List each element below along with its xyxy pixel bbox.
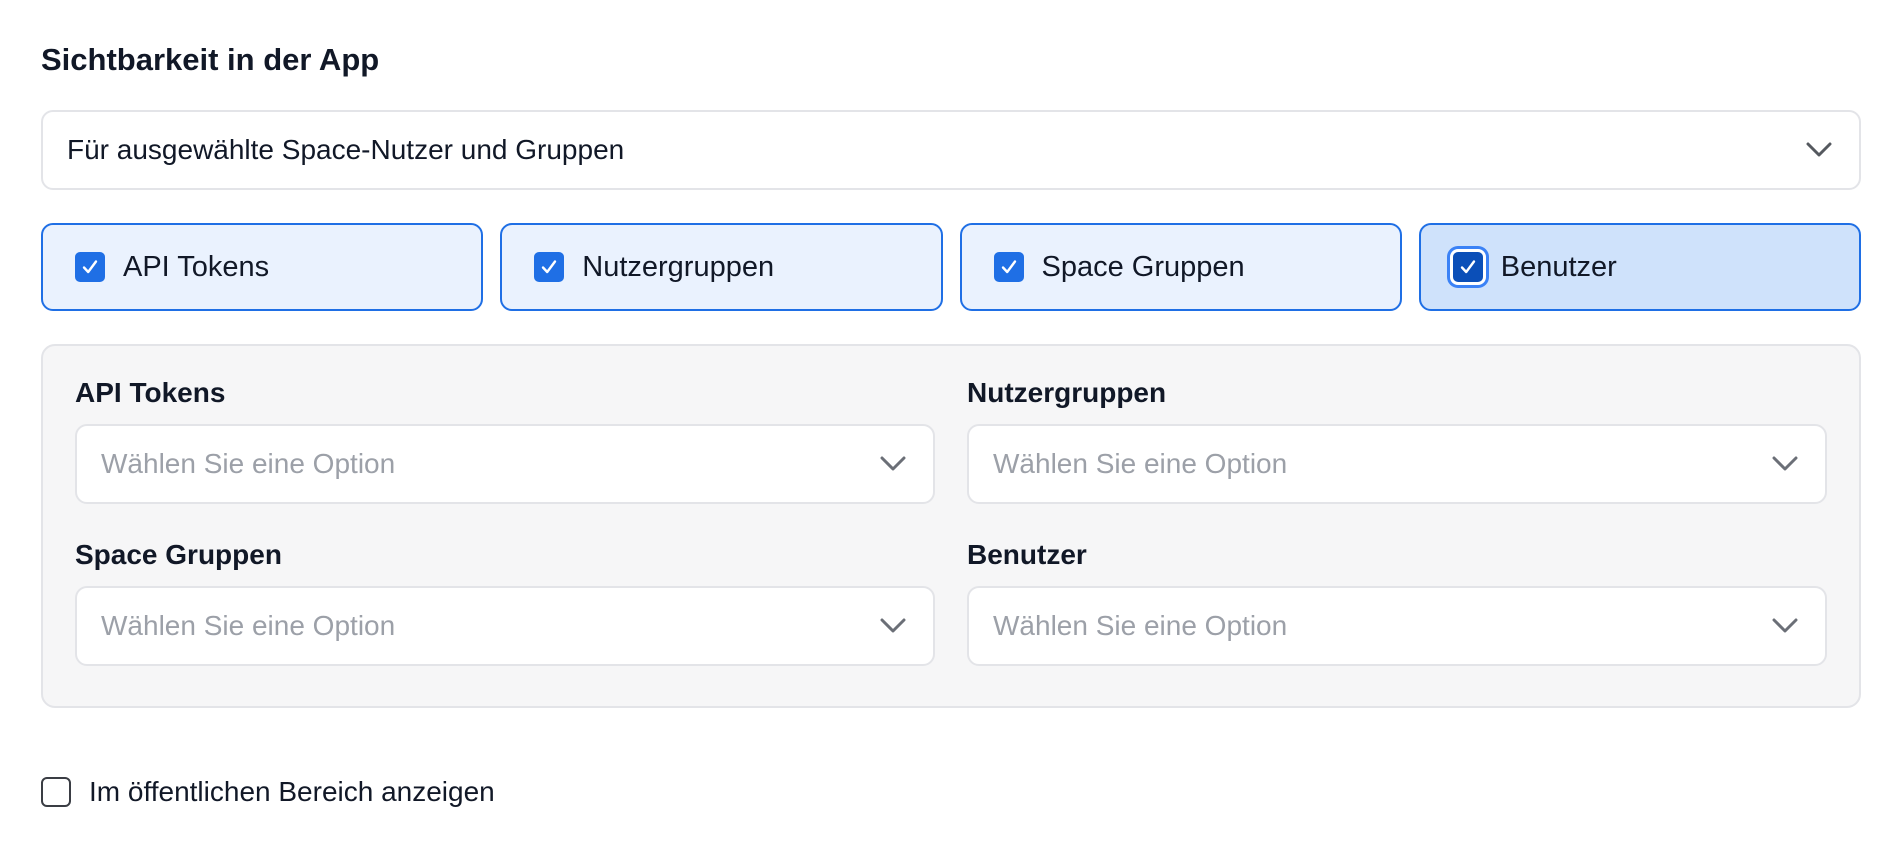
field-space-gruppen: Space Gruppen Wählen Sie eine Option	[75, 538, 935, 666]
public-area-checkbox[interactable]	[41, 777, 71, 807]
toggle-label: Benutzer	[1500, 250, 1617, 283]
toggle-label: Space Gruppen	[1041, 250, 1245, 283]
toggle-benutzer[interactable]: Benutzer	[1418, 223, 1861, 311]
select-placeholder: Wählen Sie eine Option	[993, 448, 1288, 479]
public-area-label: Im öffentlichen Bereich anzeigen	[89, 776, 495, 807]
toggle-nutzergruppen[interactable]: Nutzergruppen	[500, 223, 943, 311]
chevron-down-icon	[1803, 134, 1835, 166]
checkbox-checked-icon[interactable]	[1452, 252, 1483, 282]
field-label: API Tokens	[75, 377, 226, 408]
field-label: Space Gruppen	[75, 539, 282, 570]
visibility-select-value: Für ausgewählte Space-Nutzer und Gruppen	[67, 134, 625, 165]
field-label: Nutzergruppen	[967, 377, 1167, 408]
toggle-label: API Tokens	[123, 250, 270, 283]
field-label: Benutzer	[967, 539, 1087, 570]
select-placeholder: Wählen Sie eine Option	[101, 610, 396, 641]
field-api-tokens: API Tokens Wählen Sie eine Option	[75, 376, 935, 504]
checkbox-checked-icon[interactable]	[75, 252, 105, 282]
selection-panel: API Tokens Wählen Sie eine Option Nutzer…	[41, 344, 1861, 708]
chevron-down-icon	[1769, 610, 1801, 642]
field-benutzer: Benutzer Wählen Sie eine Option	[967, 538, 1827, 666]
field-nutzergruppen: Nutzergruppen Wählen Sie eine Option	[967, 376, 1827, 504]
toggle-api-tokens[interactable]: API Tokens	[41, 223, 484, 311]
nutzergruppen-select[interactable]: Wählen Sie eine Option	[967, 424, 1827, 504]
section-title: Sichtbarkeit in der App	[41, 42, 380, 77]
checkbox-checked-icon[interactable]	[534, 252, 565, 282]
visibility-select[interactable]: Für ausgewählte Space-Nutzer und Gruppen	[41, 110, 1861, 190]
chevron-down-icon	[877, 610, 909, 642]
public-area-option[interactable]: Im öffentlichen Bereich anzeigen	[41, 776, 495, 808]
chevron-down-icon	[1769, 448, 1801, 480]
toggle-label: Nutzergruppen	[582, 250, 775, 283]
select-placeholder: Wählen Sie eine Option	[101, 448, 396, 479]
api-tokens-select[interactable]: Wählen Sie eine Option	[75, 424, 935, 504]
toggle-space-gruppen[interactable]: Space Gruppen	[959, 223, 1402, 311]
benutzer-select[interactable]: Wählen Sie eine Option	[967, 586, 1827, 666]
recipient-type-toggles: API Tokens Nutzergruppen Space Gruppen B…	[41, 223, 1861, 311]
chevron-down-icon	[877, 448, 909, 480]
space-gruppen-select[interactable]: Wählen Sie eine Option	[75, 586, 935, 666]
visibility-settings-page: Sichtbarkeit in der App Für ausgewählte …	[0, 0, 1902, 844]
select-placeholder: Wählen Sie eine Option	[993, 610, 1288, 641]
checkbox-checked-icon[interactable]	[993, 252, 1024, 282]
